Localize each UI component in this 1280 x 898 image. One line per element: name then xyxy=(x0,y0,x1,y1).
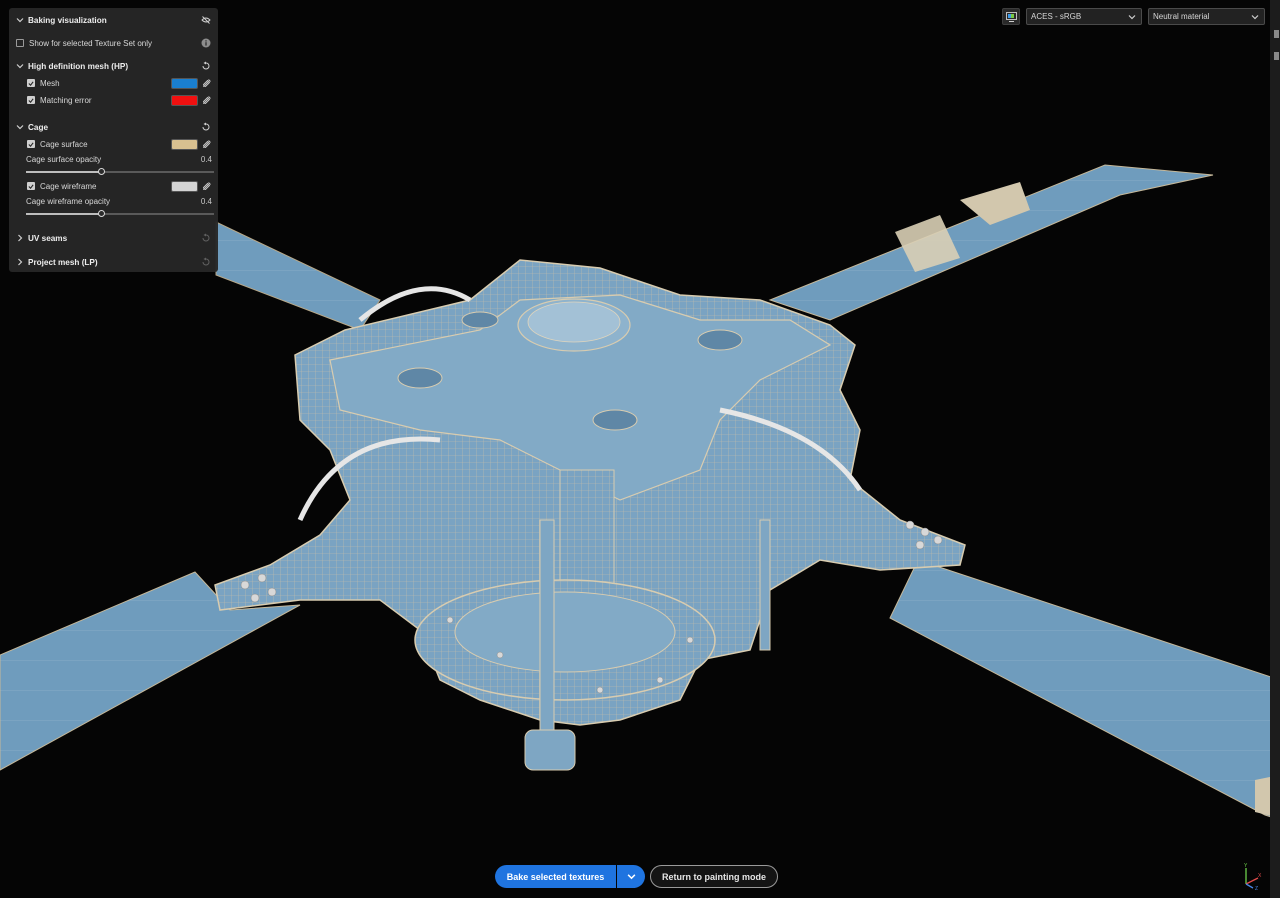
slider-handle[interactable] xyxy=(98,210,106,217)
hp-section-header[interactable]: High definition mesh (HP) xyxy=(9,58,218,74)
info-icon[interactable] xyxy=(201,38,211,48)
matching-error-row[interactable]: Matching error xyxy=(9,92,218,108)
edge-marker-icon xyxy=(1274,52,1279,60)
eyedropper-icon[interactable] xyxy=(203,139,212,148)
hp-section-title: High definition mesh (HP) xyxy=(28,61,129,71)
slider-fill xyxy=(26,171,102,173)
reset-icon[interactable] xyxy=(201,257,211,267)
chevron-right-icon xyxy=(18,234,23,242)
cage-wireframe-label: Cage wireframe xyxy=(40,181,97,191)
matching-error-label: Matching error xyxy=(40,95,92,105)
checkmark-icon xyxy=(28,141,34,147)
rotor-blade-back-right xyxy=(768,164,1214,321)
slider-fill xyxy=(26,213,102,215)
cage-surface-color-swatch[interactable] xyxy=(171,139,198,150)
matching-error-checkbox[interactable] xyxy=(27,96,35,104)
eyedropper-icon[interactable] xyxy=(203,95,212,104)
rotor-blade-front-right xyxy=(889,559,1280,821)
right-edge-toolbar xyxy=(1270,0,1280,898)
cage-section-title: Cage xyxy=(28,122,49,132)
checkmark-icon xyxy=(28,80,34,86)
bake-options-dropdown-button[interactable] xyxy=(617,865,645,888)
material-dropdown[interactable]: Neutral material xyxy=(1148,8,1265,25)
checkmark-icon xyxy=(28,183,34,189)
mesh-row[interactable]: Mesh xyxy=(9,75,218,91)
cage-surface-checkbox[interactable] xyxy=(27,140,35,148)
show-selected-only-row[interactable]: Show for selected Texture Set only xyxy=(9,35,218,51)
cage-section-header[interactable]: Cage xyxy=(9,119,218,135)
cage-surface-opacity-label: Cage surface opacity xyxy=(26,154,102,164)
axis-z-label: Z xyxy=(1255,886,1258,890)
project-mesh-title: Project mesh (LP) xyxy=(28,257,98,267)
rotor-blade-back-left xyxy=(215,221,381,331)
reset-icon[interactable] xyxy=(201,61,211,71)
cage-wireframe-opacity-row: Cage wireframe opacity 0.4 xyxy=(9,193,218,209)
display-settings-icon xyxy=(1005,11,1017,22)
material-value: Neutral material xyxy=(1153,12,1210,21)
mesh-label: Mesh xyxy=(40,78,60,88)
axis-gizmo: Y X Z xyxy=(1244,863,1262,890)
cage-surface-row[interactable]: Cage surface xyxy=(9,136,218,152)
reset-icon[interactable] xyxy=(201,233,211,243)
color-profile-value: ACES - sRGB xyxy=(1031,12,1082,21)
cage-surface-label: Cage surface xyxy=(40,139,88,149)
panel-header[interactable]: Baking visualization xyxy=(9,12,218,28)
checkmark-icon xyxy=(28,97,34,103)
bake-selected-textures-button[interactable]: Bake selected textures xyxy=(495,865,616,888)
cage-surface-opacity-value: 0.4 xyxy=(200,154,212,164)
mesh-checkbox[interactable] xyxy=(27,79,35,87)
cage-surface-opacity-row: Cage surface opacity 0.4 xyxy=(9,151,218,167)
color-profile-dropdown[interactable]: ACES - sRGB xyxy=(1026,8,1142,25)
display-settings-button[interactable] xyxy=(1002,8,1020,25)
cage-wireframe-color-swatch[interactable] xyxy=(171,181,198,192)
axis-x-label: X xyxy=(1258,873,1262,879)
cage-wireframe-opacity-label: Cage wireframe opacity xyxy=(26,196,111,206)
cage-surface-opacity-slider[interactable] xyxy=(26,168,214,175)
show-selected-only-label: Show for selected Texture Set only xyxy=(29,38,153,48)
mesh-color-swatch[interactable] xyxy=(171,78,198,89)
chevron-down-icon xyxy=(16,18,24,23)
cage-wireframe-opacity-slider[interactable] xyxy=(26,210,214,217)
chevron-down-icon xyxy=(16,64,24,69)
chevron-right-icon xyxy=(18,258,23,266)
visibility-off-icon[interactable] xyxy=(201,15,211,25)
uv-seams-title: UV seams xyxy=(28,233,68,243)
axis-y-label: Y xyxy=(1244,863,1248,869)
uv-seams-section-header[interactable]: UV seams xyxy=(9,230,218,246)
baking-visualization-panel: Baking visualization Show for selected T… xyxy=(9,8,218,272)
show-selected-only-checkbox[interactable] xyxy=(16,39,24,47)
rotor-hub-model xyxy=(214,259,966,771)
matching-error-color-swatch[interactable] xyxy=(171,95,198,106)
reset-icon[interactable] xyxy=(201,122,211,132)
chevron-down-icon xyxy=(627,874,635,880)
return-to-painting-mode-button[interactable]: Return to painting mode xyxy=(650,865,778,888)
project-mesh-section-header[interactable]: Project mesh (LP) xyxy=(9,254,218,270)
cage-wireframe-row[interactable]: Cage wireframe xyxy=(9,178,218,194)
panel-title: Baking visualization xyxy=(28,15,107,25)
edge-marker-icon xyxy=(1274,30,1279,38)
slider-handle[interactable] xyxy=(98,168,106,175)
cage-wireframe-opacity-value: 0.4 xyxy=(200,196,212,206)
chevron-down-icon xyxy=(1128,15,1136,20)
chevron-down-icon xyxy=(16,125,24,130)
cage-wireframe-checkbox[interactable] xyxy=(27,182,35,190)
eyedropper-icon[interactable] xyxy=(203,181,212,190)
eyedropper-icon[interactable] xyxy=(203,78,212,87)
chevron-down-icon xyxy=(1251,15,1259,20)
